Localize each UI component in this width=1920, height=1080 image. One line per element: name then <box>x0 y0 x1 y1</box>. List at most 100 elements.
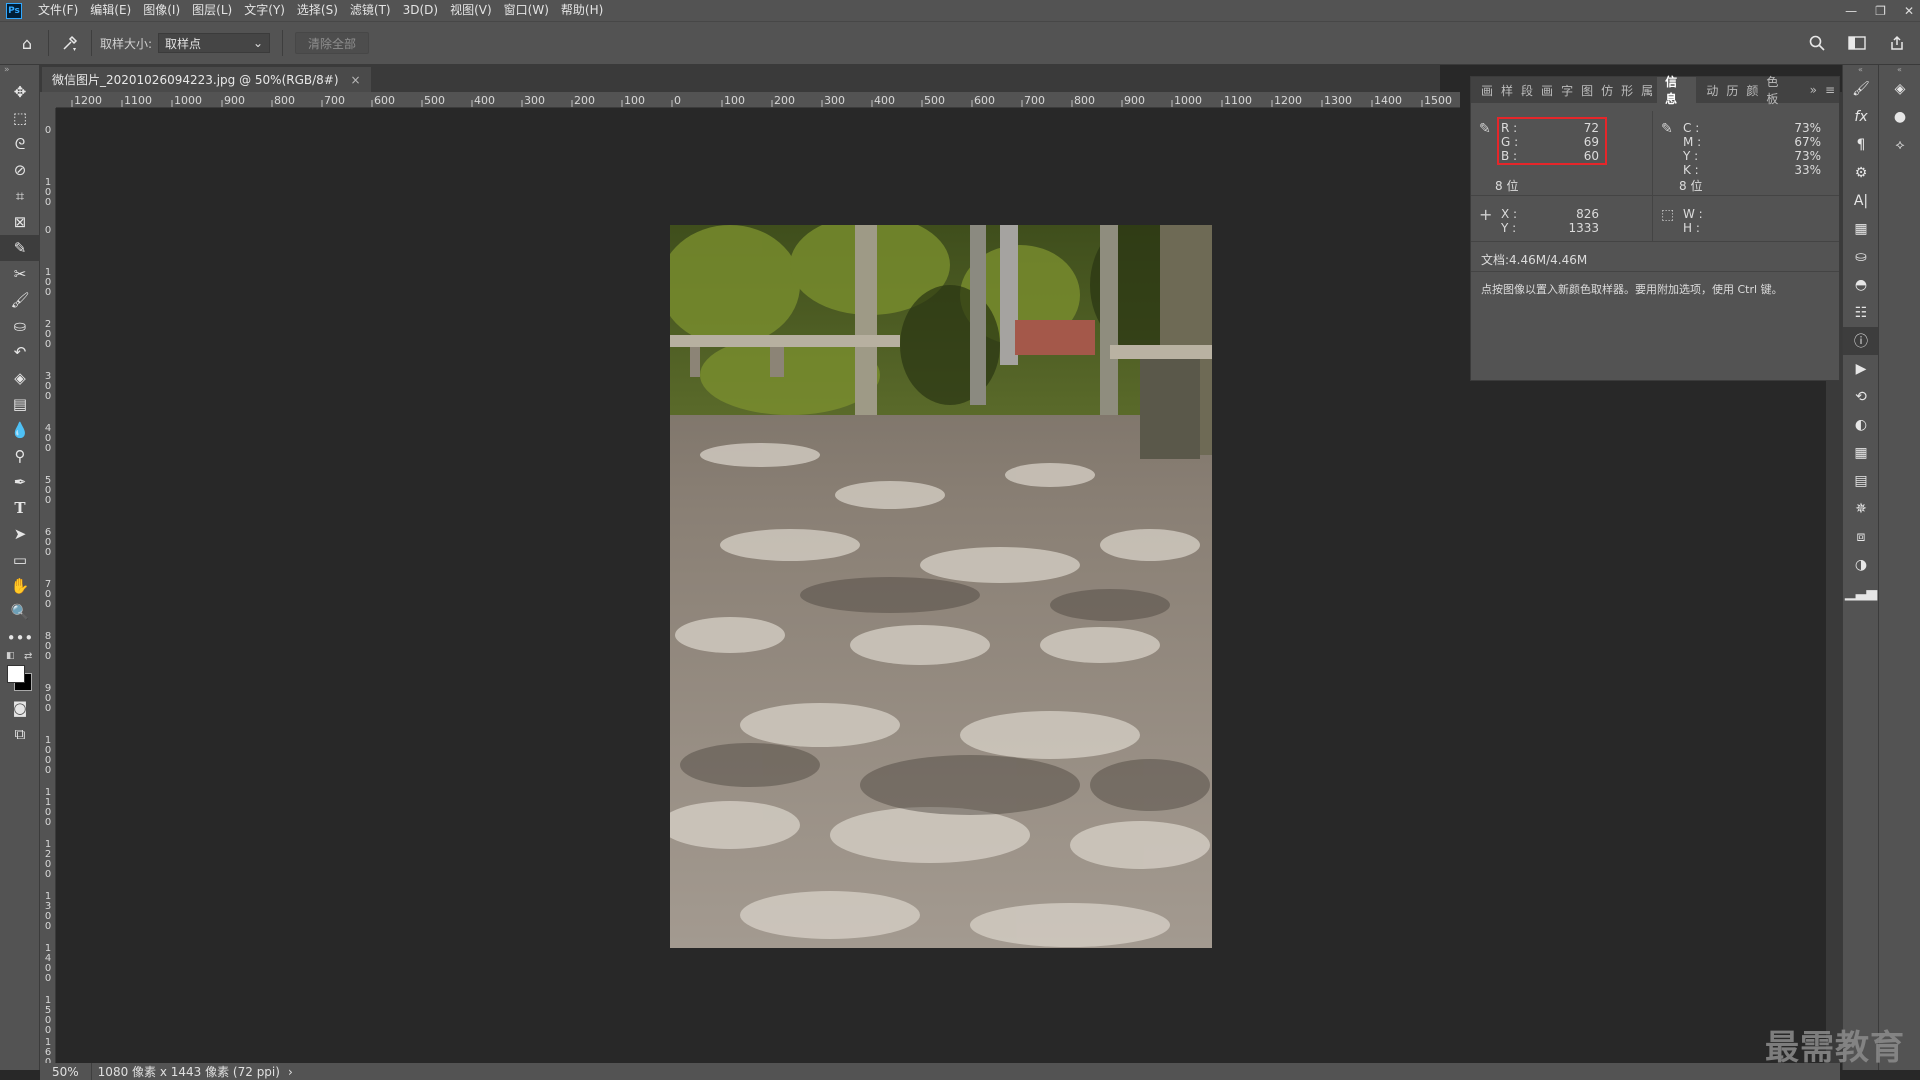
path-select-tool-icon[interactable]: ➤ <box>0 521 40 547</box>
dodge-tool-icon[interactable]: ⚲ <box>0 443 40 469</box>
panel-menu-icon[interactable]: ≡ <box>1821 83 1839 97</box>
tab-swatches[interactable]: 色板 <box>1762 73 1793 107</box>
home-icon[interactable]: ⌂ <box>14 30 40 56</box>
shapes-icon[interactable]: ◓ <box>1843 271 1879 299</box>
workspace-icon[interactable] <box>1844 30 1870 56</box>
tab-paragraph[interactable]: 段 <box>1517 82 1537 99</box>
ruler-label: 400 <box>44 423 52 454</box>
layers-icon[interactable]: ◈ <box>1879 75 1920 103</box>
tab-shapes[interactable]: 形 <box>1617 82 1637 99</box>
screen-mode-icon[interactable]: ⧉ <box>0 721 40 747</box>
more-tools-icon[interactable]: ••• <box>0 625 40 651</box>
tab-info[interactable]: 信息 <box>1657 75 1697 106</box>
swatches-icon[interactable]: ▦ <box>1843 439 1879 467</box>
channels-icon[interactable]: ● <box>1879 103 1920 131</box>
tab-properties[interactable]: 属 <box>1637 82 1657 99</box>
menu-edit[interactable]: 编辑(E) <box>84 0 137 21</box>
pen-tool-icon[interactable]: ✒ <box>0 469 40 495</box>
menu-type[interactable]: 文字(Y) <box>238 0 291 21</box>
document-tab[interactable]: 微信图片_20201026094223.jpg @ 50%(RGB/8#) × <box>42 67 371 92</box>
clone-stamp-tool-icon[interactable]: ⛀ <box>0 313 40 339</box>
zoom-tool-icon[interactable]: 🔍 <box>0 599 40 625</box>
navigator-icon[interactable]: ✵ <box>1843 495 1879 523</box>
paths-icon[interactable]: ⟡ <box>1879 131 1920 159</box>
move-tool-icon[interactable]: ✥ <box>0 79 40 105</box>
document-size: 文档:4.46M/4.46M <box>1481 253 1588 267</box>
search-icon[interactable] <box>1804 30 1830 56</box>
tab-actions[interactable]: 动 <box>1702 82 1722 99</box>
tab-brushes[interactable]: 画 <box>1477 82 1497 99</box>
menu-image[interactable]: 图像(I) <box>137 0 186 21</box>
tab-styles[interactable]: 样 <box>1497 82 1517 99</box>
character-icon[interactable]: A| <box>1843 187 1879 215</box>
collapse-dock-icon[interactable]: « <box>1843 65 1878 75</box>
brush-tool-icon[interactable]: 🖌 <box>0 287 40 313</box>
tab-color[interactable]: 颜 <box>1742 82 1762 99</box>
frame-tool-icon[interactable]: ⊠ <box>0 209 40 235</box>
eyedropper-icon[interactable]: ✎ <box>1661 121 1673 137</box>
share-icon[interactable] <box>1884 30 1910 56</box>
quick-select-tool-icon[interactable]: ⊘ <box>0 157 40 183</box>
menu-3d[interactable]: 3D(D) <box>397 0 444 21</box>
zoom-level[interactable]: 50% <box>52 1065 79 1079</box>
menu-select[interactable]: 选择(S) <box>291 0 344 21</box>
default-colors-icon[interactable]: ◧ <box>6 651 15 661</box>
ruler-corner <box>40 92 56 108</box>
adjustments-icon[interactable]: ◑ <box>1843 551 1879 579</box>
menu-file[interactable]: 文件(F) <box>32 0 84 21</box>
crop-tool-icon[interactable]: ⌗ <box>0 183 40 209</box>
swap-colors-icon[interactable]: ⇄ <box>24 651 32 662</box>
collapse-dock-icon[interactable]: « <box>1879 65 1920 75</box>
styles-icon[interactable]: fx <box>1843 103 1879 131</box>
brush-settings-icon[interactable]: 🖌 <box>1843 75 1879 103</box>
quick-mask-icon[interactable]: ◙ <box>0 695 40 721</box>
hand-tool-icon[interactable]: ✋ <box>0 573 40 599</box>
blur-tool-icon[interactable]: 💧 <box>0 417 40 443</box>
histogram-icon[interactable]: ▁▃▅ <box>1843 579 1879 607</box>
eyedropper-tool-preset-icon[interactable]: ▾ <box>57 30 83 56</box>
close-window-button[interactable]: ✕ <box>1904 4 1914 18</box>
menu-filter[interactable]: 滤镜(T) <box>344 0 397 21</box>
properties-icon[interactable]: ☷ <box>1843 299 1879 327</box>
foreground-color-swatch[interactable] <box>7 665 25 683</box>
document-image[interactable] <box>670 225 1212 948</box>
notes-icon[interactable]: ▤ <box>1843 467 1879 495</box>
marquee-tool-icon[interactable]: ⬚ <box>0 105 40 131</box>
menu-help[interactable]: 帮助(H) <box>555 0 609 21</box>
info-icon[interactable]: ⓘ <box>1843 327 1879 355</box>
minimize-button[interactable]: — <box>1845 4 1857 18</box>
tab-layer-comps[interactable]: 图 <box>1577 82 1597 99</box>
tab-history[interactable]: 历 <box>1722 82 1742 99</box>
type-tool-icon[interactable]: T <box>0 495 40 521</box>
healing-brush-tool-icon[interactable]: ✂ <box>0 261 40 287</box>
menu-window[interactable]: 窗口(W) <box>498 0 555 21</box>
restore-button[interactable]: ❐ <box>1875 4 1886 18</box>
rectangle-tool-icon[interactable]: ▭ <box>0 547 40 573</box>
eraser-tool-icon[interactable]: ◈ <box>0 365 40 391</box>
brush-presets-icon[interactable]: ⚙ <box>1843 159 1879 187</box>
tab-clone-source[interactable]: 仿 <box>1597 82 1617 99</box>
window-controls: — ❐ ✕ <box>1845 0 1914 21</box>
tab-brush[interactable]: 画 <box>1537 82 1557 99</box>
eyedropper-icon[interactable]: ✎ <box>1479 121 1491 137</box>
sample-size-select[interactable]: 取样点 ⌄ <box>158 33 271 53</box>
layer-comps-icon[interactable]: ▦ <box>1843 215 1879 243</box>
actions-icon[interactable]: ▶ <box>1843 355 1879 383</box>
clone-source-icon[interactable]: ⛀ <box>1843 243 1879 271</box>
close-tab-icon[interactable]: × <box>351 73 361 87</box>
status-menu-arrow-icon[interactable]: › <box>288 1065 293 1079</box>
history-icon[interactable]: ⟲ <box>1843 383 1879 411</box>
menu-layer[interactable]: 图层(L) <box>186 0 238 21</box>
eyedropper-tool-icon[interactable]: ✎ <box>0 235 40 261</box>
libraries-icon[interactable]: ⧈ <box>1843 523 1879 551</box>
expand-tabs-icon[interactable]: » <box>1806 83 1821 97</box>
lasso-tool-icon[interactable]: ᘓ <box>0 131 40 157</box>
gradient-tool-icon[interactable]: ▤ <box>0 391 40 417</box>
clear-all-button[interactable]: 清除全部 <box>295 32 370 54</box>
menu-view[interactable]: 视图(V) <box>444 0 498 21</box>
collapse-toolbar-icon[interactable]: » <box>0 65 39 79</box>
paragraph-icon[interactable]: ¶ <box>1843 131 1879 159</box>
tab-character[interactable]: 字 <box>1557 82 1577 99</box>
history-brush-tool-icon[interactable]: ↶ <box>0 339 40 365</box>
color-icon[interactable]: ◐ <box>1843 411 1879 439</box>
